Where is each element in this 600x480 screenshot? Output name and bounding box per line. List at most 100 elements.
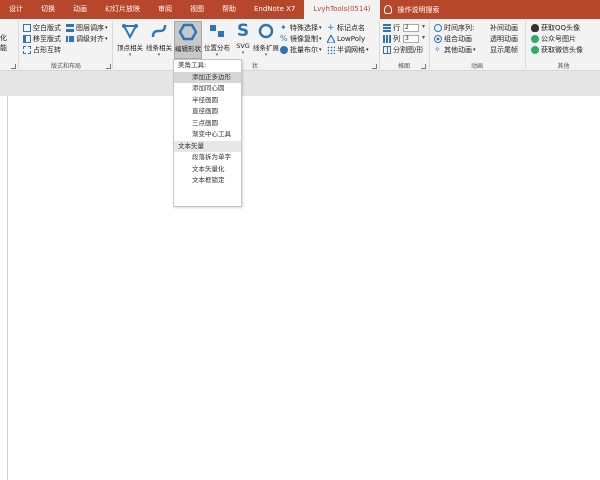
other-animation-button[interactable]: ✧ 其他动画 ▾ <box>434 45 476 55</box>
lowpoly-button[interactable]: LowPoly <box>326 33 366 44</box>
clipped-group: 化 能 <box>0 19 17 71</box>
position-button[interactable]: 位置分布 ▾ <box>203 21 231 58</box>
mirror-copy-button[interactable]: % 镜像复制 ▾ <box>280 34 322 44</box>
special-select-button[interactable]: ✦ 特殊选择 ▾ <box>280 23 322 33</box>
chevron-down-icon: ▾ <box>473 47 476 53</box>
blank-layout-label: 空白版式 <box>33 24 61 32</box>
time-series-label: 时间序列: <box>444 24 475 32</box>
placeholder-convert-label: 占形互转 <box>33 46 61 54</box>
animation-group-label: 动画 <box>470 63 483 70</box>
combine-icon <box>434 35 442 43</box>
show-last-frame-button[interactable]: 显示尾帧 <box>490 45 518 55</box>
line-extend-label: 线条扩展 <box>253 44 279 52</box>
group-separator <box>18 21 19 69</box>
group-separator <box>379 21 380 69</box>
menu-item-diameter-circle[interactable]: 直径画圆 <box>174 106 241 118</box>
other-animation-label: 其他动画 <box>444 46 472 54</box>
tab-animations[interactable]: 动画 <box>64 0 96 19</box>
circle-icon <box>256 21 276 41</box>
group-separator <box>112 21 113 69</box>
split-shape-button[interactable]: 分割图/形 <box>383 45 423 55</box>
cols-label: 列 <box>393 35 400 43</box>
menu-item-gradient-center-tool[interactable]: 渐变中心工具 <box>174 129 241 141</box>
batch-boolean-label: 批量布尔 <box>290 46 318 54</box>
tab-help[interactable]: 帮助 <box>213 0 245 19</box>
effects-group: ✦ 特殊选择 ▾ % 镜像复制 ▾ 批量布尔 ▾ + 标记点名 LowPoly … <box>252 19 378 71</box>
line-curve-icon <box>149 21 169 41</box>
tab-transitions[interactable]: 切换 <box>32 0 64 19</box>
halftone-button[interactable]: 半调网格 ▾ <box>327 45 369 55</box>
get-qq-avatar-label: 获取QQ头像 <box>541 24 581 32</box>
mirror-copy-label: 镜像复制 <box>290 35 318 43</box>
tween-animation-button[interactable]: 补间动画 <box>490 23 518 33</box>
line-button[interactable]: 线条相关 ▾ <box>145 21 173 58</box>
get-wechat-avatar-button[interactable]: 获取微信头像 <box>531 45 583 55</box>
time-series-button[interactable]: 时间序列: <box>434 23 474 33</box>
tab-design[interactable]: 设计 <box>0 0 32 19</box>
official-account-image-label: 公众号图片 <box>541 35 576 43</box>
ribbon: 化 能 空白版式 移至版式 占形互转 图层调序 ▾ 调级对齐 ▾ 版式和布局 顶… <box>0 19 600 71</box>
slide-canvas[interactable] <box>7 96 600 480</box>
rows-control: 行 2 <box>383 23 425 33</box>
halftone-grid-icon <box>327 46 335 54</box>
menu-item-split-paragraph[interactable]: 段落拆为单字 <box>174 152 241 164</box>
clipped-item-2[interactable]: 能 <box>0 43 7 53</box>
transparent-animation-button[interactable]: 透明动画 <box>490 34 518 44</box>
split-shape-label: 分割图/形 <box>393 46 424 54</box>
dialog-launcher-icon[interactable] <box>421 64 426 69</box>
move-layout-label: 移至版式 <box>33 35 61 43</box>
menu-item-text-vectorize[interactable]: 文本矢量化 <box>174 164 241 176</box>
group-separator <box>525 21 526 69</box>
dialog-launcher-icon[interactable] <box>106 64 111 69</box>
dialog-launcher-icon[interactable] <box>372 64 377 69</box>
group-separator <box>429 21 430 69</box>
menu-item-three-point-circle[interactable]: 三点画圆 <box>174 118 241 130</box>
align-label: 调级对齐 <box>76 35 104 43</box>
dialog-launcher-icon[interactable] <box>11 64 16 69</box>
qq-icon <box>531 24 539 32</box>
blank-layout-button[interactable]: 空白版式 <box>23 23 61 33</box>
tab-view[interactable]: 视图 <box>181 0 213 19</box>
edit-shape-button[interactable]: 编辑形状 <box>174 21 202 59</box>
line-label: 线条相关 <box>146 44 172 52</box>
tell-me-search[interactable]: 操作说明搜索 <box>383 5 440 15</box>
halftone-label: 半调网格 <box>337 46 365 54</box>
tab-endnote[interactable]: EndNote X7 <box>245 0 304 19</box>
mark-point-button[interactable]: + 标记点名 <box>327 23 365 33</box>
cols-control: 列 3 <box>383 34 425 44</box>
clock-icon <box>434 24 442 32</box>
get-qq-avatar-button[interactable]: 获取QQ头像 <box>531 23 580 33</box>
chevron-down-icon: ▾ <box>157 52 161 58</box>
tab-lvyhtools[interactable]: LvyhTools(0514) <box>304 0 380 19</box>
cols-spinner[interactable]: 3 <box>403 35 425 43</box>
ribbon-tab-bar: 设计 切换 动画 幻灯片放映 审阅 视图 帮助 EndNote X7 LvyhT… <box>0 0 600 19</box>
batch-boolean-button[interactable]: 批量布尔 ▾ <box>280 45 322 55</box>
blank-layout-icon <box>23 24 31 32</box>
official-account-image-button[interactable]: 公众号图片 <box>531 34 576 44</box>
placeholder-convert-button[interactable]: 占形互转 <box>23 45 61 55</box>
menu-item-radius-circle[interactable]: 半径画圆 <box>174 95 241 107</box>
grid-split-icon <box>383 46 391 54</box>
chevron-down-icon: ▾ <box>319 25 322 31</box>
move-layout-icon <box>23 35 31 43</box>
menu-item-add-regular-polygon[interactable]: 添加正多边形 <box>174 71 241 83</box>
layer-order-button[interactable]: 图层调序 ▾ <box>66 23 108 33</box>
line-extend-button[interactable]: 线条扩展 ▾ <box>252 21 280 58</box>
vertex-button[interactable]: 顶点相关 ▾ <box>116 21 144 58</box>
layer-order-icon <box>66 24 74 32</box>
clipped-item-1[interactable]: 化 <box>0 33 7 43</box>
group-animation-button[interactable]: 组合动画 <box>434 34 472 44</box>
menu-header-corner-tools: 美角工具: <box>178 61 207 69</box>
menu-item-add-concentric-circle[interactable]: 添加同心圆 <box>174 83 241 95</box>
vertex-icon <box>120 21 140 41</box>
rows-spinner[interactable]: 2 <box>403 24 425 32</box>
tab-review[interactable]: 审阅 <box>149 0 181 19</box>
menu-item-textbox-lock[interactable]: 文本框锁定 <box>174 175 241 187</box>
tab-slideshow[interactable]: 幻灯片放映 <box>96 0 149 19</box>
vertex-label: 顶点相关 <box>117 44 143 52</box>
chevron-down-icon: ▾ <box>215 52 219 58</box>
align-button[interactable]: 调级对齐 ▾ <box>66 34 108 44</box>
chevron-down-icon: ▾ <box>366 47 369 53</box>
lowpoly-label: LowPoly <box>337 35 366 43</box>
move-layout-button[interactable]: 移至版式 <box>23 34 61 44</box>
